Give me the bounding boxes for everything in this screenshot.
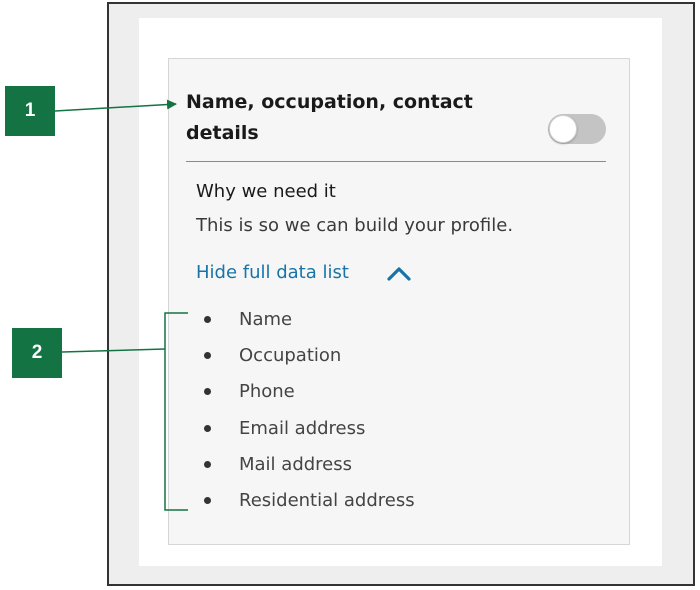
annotation-lines (54, 99, 188, 511)
callout-1-arrow (54, 99, 177, 112)
callout-2-connector (61, 348, 166, 353)
callout-2-bracket (164, 312, 188, 511)
